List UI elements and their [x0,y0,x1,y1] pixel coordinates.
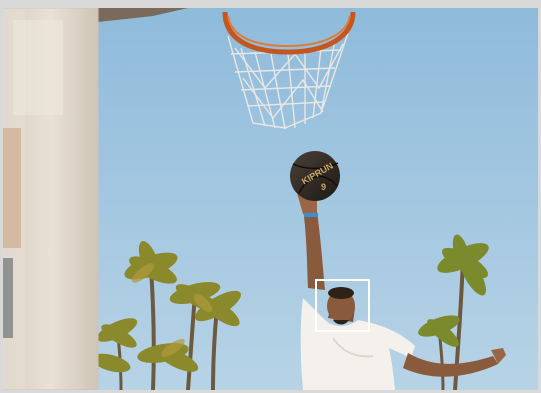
photo-scene: KIPRUN 9 [3,8,538,390]
face-detection-box [315,279,370,332]
photo-frame: KIPRUN 9 [3,8,538,390]
ball-number-text: 9 [321,182,326,192]
foreground-pole [3,8,99,390]
basketball: KIPRUN 9 [290,151,340,201]
